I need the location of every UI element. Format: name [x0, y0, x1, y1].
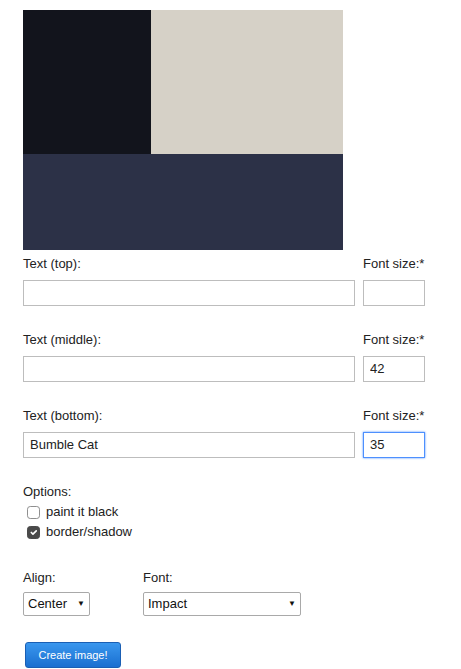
- font-size-input[interactable]: [363, 432, 425, 458]
- button-row: Create image!: [23, 616, 461, 669]
- option-row[interactable]: border/shadow: [23, 522, 461, 542]
- font-size-label: Font size:*: [363, 408, 425, 424]
- input-row: [23, 280, 461, 306]
- label-row: Text (middle): Font size:*: [23, 332, 461, 348]
- font-label: Font:: [143, 570, 301, 586]
- text-fields: Text (top): Font size:* Text (middle): Font…: [23, 256, 461, 458]
- align-value: Center: [28, 594, 67, 614]
- font-size-label: Font size:*: [363, 256, 425, 272]
- create-image-button[interactable]: Create image!: [25, 642, 121, 669]
- font-select[interactable]: Impact ▼: [143, 592, 301, 616]
- option-checkbox[interactable]: [27, 526, 40, 539]
- font-group: Font: Impact ▼: [143, 570, 301, 616]
- input-row: [23, 432, 461, 458]
- text-label: Text (bottom):: [23, 408, 355, 424]
- font-size-input[interactable]: [363, 356, 425, 382]
- options-label: Options:: [23, 484, 461, 500]
- dropdown-arrow-icon: ▼: [288, 598, 296, 610]
- option-checkbox[interactable]: [27, 506, 40, 519]
- align-group: Align: Center ▼: [23, 570, 90, 616]
- text-label: Text (middle):: [23, 332, 355, 348]
- text-input[interactable]: [23, 356, 355, 382]
- text-input[interactable]: [23, 280, 355, 306]
- options: Options: paint it blackborder/shadow: [23, 484, 461, 542]
- gif-preview: [23, 10, 343, 250]
- text-field-group: Text (middle): Font size:*: [23, 332, 461, 382]
- label-row: Text (bottom): Font size:*: [23, 408, 461, 424]
- dropdown-arrow-icon: ▼: [77, 598, 85, 610]
- align-select[interactable]: Center ▼: [23, 592, 90, 616]
- font-size-input[interactable]: [363, 280, 425, 306]
- caption-editor: Text (top): Font size:* Text (middle): Font…: [0, 0, 461, 669]
- select-row: Align: Center ▼ Font: Impact ▼: [23, 570, 461, 616]
- font-value: Impact: [148, 594, 187, 614]
- font-size-label: Font size:*: [363, 332, 425, 348]
- label-row: Text (top): Font size:*: [23, 256, 461, 272]
- text-input[interactable]: [23, 432, 355, 458]
- text-label: Text (top):: [23, 256, 355, 272]
- option-label: paint it black: [46, 502, 118, 522]
- option-label: border/shadow: [46, 522, 132, 542]
- text-field-group: Text (bottom): Font size:*: [23, 408, 461, 458]
- option-row[interactable]: paint it black: [23, 502, 461, 522]
- align-label: Align:: [23, 570, 90, 586]
- text-field-group: Text (top): Font size:*: [23, 256, 461, 306]
- input-row: [23, 356, 461, 382]
